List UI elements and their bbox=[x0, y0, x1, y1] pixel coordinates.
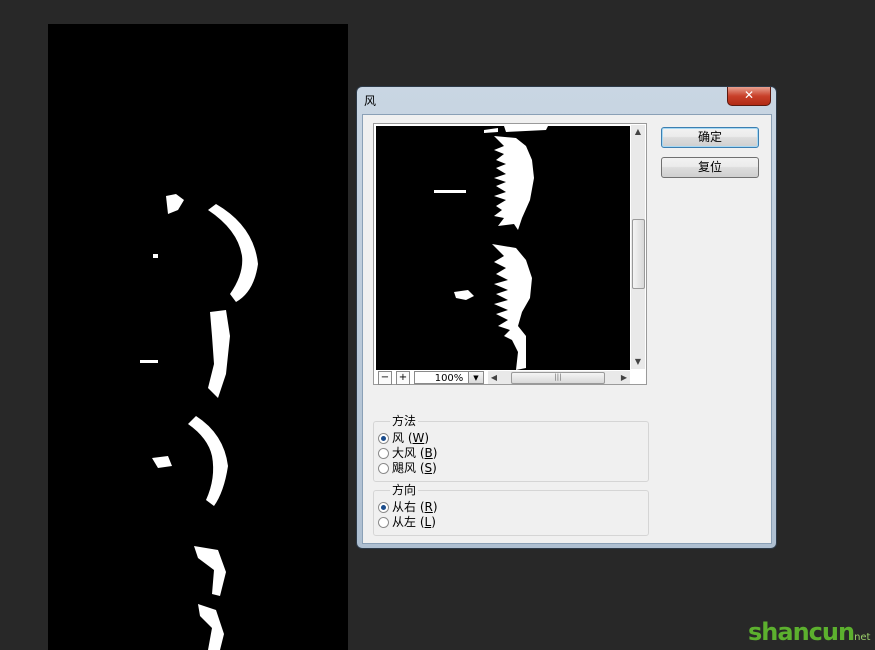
method-option-blast[interactable]: 大风 (B) bbox=[378, 446, 437, 460]
preview-wind-streak bbox=[504, 126, 548, 132]
direction-group: 方向 从右 (R) 从左 (L) bbox=[373, 483, 649, 536]
scroll-left-icon[interactable]: ◀ bbox=[488, 371, 500, 384]
scroll-down-icon[interactable]: ▼ bbox=[631, 355, 645, 369]
method-group: 方法 风 (W) 大风 (B) 飓风 (S) bbox=[373, 414, 649, 482]
access-key: B bbox=[424, 446, 433, 460]
option-label: 从左 bbox=[392, 515, 417, 529]
access-key: L bbox=[424, 515, 432, 529]
option-label: 风 bbox=[392, 431, 405, 445]
document-canvas[interactable] bbox=[48, 24, 348, 650]
preview-vertical-scrollbar[interactable]: ▲ ▼ bbox=[631, 125, 645, 369]
option-label: 大风 bbox=[392, 446, 417, 460]
canvas-artwork bbox=[140, 194, 258, 650]
radio-icon[interactable] bbox=[378, 517, 389, 528]
radio-selected-icon[interactable] bbox=[378, 433, 389, 444]
access-key: S bbox=[424, 461, 433, 475]
method-option-wind[interactable]: 风 (W) bbox=[378, 431, 429, 445]
canvas-stroke bbox=[198, 604, 224, 650]
watermark-suffix: net bbox=[854, 632, 871, 643]
direction-group-label: 方向 bbox=[390, 483, 419, 497]
preview-wind-streak bbox=[454, 290, 474, 300]
scroll-up-icon[interactable]: ▲ bbox=[631, 125, 645, 139]
zoom-dropdown-button[interactable]: ▼ bbox=[468, 371, 484, 384]
zoom-in-button[interactable]: + bbox=[396, 371, 410, 385]
access-key: W bbox=[412, 431, 425, 445]
filter-preview[interactable] bbox=[376, 126, 630, 370]
site-watermark-logo: shancunnet bbox=[748, 618, 870, 646]
canvas-stroke bbox=[166, 194, 184, 214]
dialog-client-area: ▲ ▼ − + 100% ▼ ◀ ||| ▶ 确定 复位 方法 风 (W) 大风… bbox=[362, 114, 772, 544]
radio-icon[interactable] bbox=[378, 463, 389, 474]
preview-toolbar: − + 100% ▼ ◀ ||| ▶ bbox=[376, 371, 644, 385]
canvas-stroke bbox=[188, 416, 228, 506]
access-key: R bbox=[424, 500, 433, 514]
preview-wind-streak bbox=[434, 190, 466, 193]
preview-panel: ▲ ▼ − + 100% ▼ ◀ ||| ▶ bbox=[373, 123, 647, 385]
canvas-stroke bbox=[140, 360, 158, 363]
preview-wind-streak bbox=[492, 244, 532, 370]
method-group-label: 方法 bbox=[390, 414, 419, 428]
preview-artwork bbox=[434, 126, 548, 370]
canvas-stroke bbox=[208, 204, 258, 302]
zoom-level-text: 100% bbox=[434, 373, 464, 384]
ok-button[interactable]: 确定 bbox=[661, 127, 759, 148]
close-button[interactable]: ✕ bbox=[727, 87, 771, 106]
zoom-out-button[interactable]: − bbox=[378, 371, 392, 385]
preview-horizontal-scrollbar[interactable]: ◀ ||| ▶ bbox=[488, 371, 630, 384]
reset-button[interactable]: 复位 bbox=[661, 157, 759, 178]
horizontal-scroll-thumb[interactable]: ||| bbox=[511, 372, 605, 384]
radio-icon[interactable] bbox=[378, 448, 389, 459]
option-label: 从右 bbox=[392, 500, 417, 514]
scroll-right-icon[interactable]: ▶ bbox=[618, 371, 630, 384]
preview-wind-streak bbox=[484, 128, 498, 133]
canvas-stroke bbox=[208, 310, 230, 398]
canvas-stroke bbox=[152, 456, 172, 468]
canvas-stroke bbox=[194, 546, 226, 596]
radio-selected-icon[interactable] bbox=[378, 502, 389, 513]
direction-option-from-left[interactable]: 从左 (L) bbox=[378, 515, 436, 529]
vertical-scroll-thumb[interactable] bbox=[632, 219, 645, 289]
direction-option-from-right[interactable]: 从右 (R) bbox=[378, 500, 438, 514]
wind-filter-dialog: 风 ✕ ▲ ▼ − + 100% ▼ ◀ ||| ▶ 确定 复位 方法 风 (W… bbox=[356, 86, 777, 549]
preview-wind-streak bbox=[494, 136, 534, 230]
method-option-stagger[interactable]: 飓风 (S) bbox=[378, 461, 437, 475]
canvas-stroke bbox=[153, 254, 158, 258]
dialog-title: 风 bbox=[364, 94, 377, 108]
option-label: 飓风 bbox=[392, 461, 417, 475]
watermark-brand: shancun bbox=[748, 618, 855, 646]
